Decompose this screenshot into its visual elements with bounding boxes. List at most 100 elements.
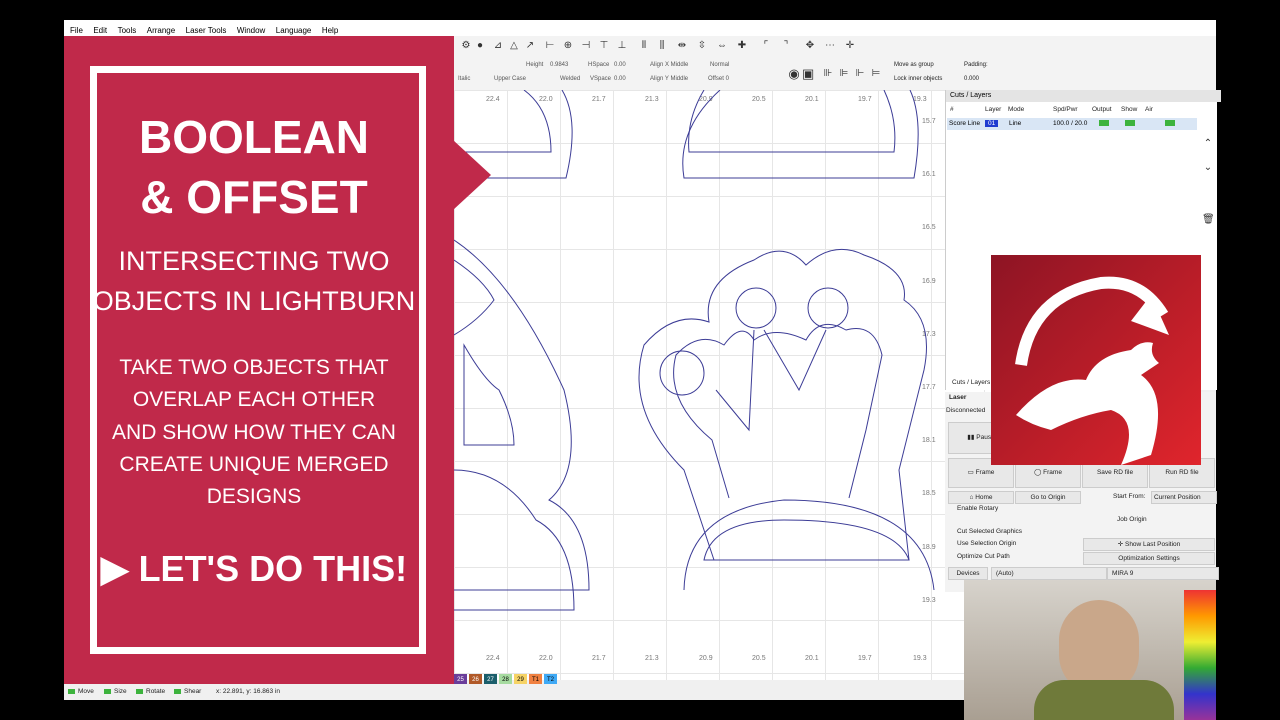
port-select[interactable]: (Auto) <box>991 567 1107 580</box>
menu-arrange[interactable]: Arrange <box>147 26 175 35</box>
design-shapes[interactable] <box>454 90 1008 680</box>
menu-tools[interactable]: Tools <box>118 26 137 35</box>
italic-toggle[interactable]: Italic <box>458 76 470 82</box>
mode-select[interactable]: Normal <box>710 62 729 68</box>
promo-subtitle-line1: INTERSECTING TWO <box>118 246 390 276</box>
go-to-origin-button[interactable]: Go to Origin <box>1015 491 1081 504</box>
node-icon[interactable]: ⊪ <box>822 68 834 80</box>
center-icon[interactable]: ✚ <box>736 40 748 52</box>
align-center-icon[interactable]: ⊕ <box>562 40 574 52</box>
presenter-shirt <box>1034 680 1174 720</box>
crosshair-icon[interactable]: ✛ <box>844 40 856 52</box>
crown-top-shape <box>688 90 896 153</box>
promo-body-line2: OVERLAP EACH OTHER <box>132 388 376 411</box>
hspace-value[interactable]: 0.00 <box>614 62 626 68</box>
lock-inner-objects[interactable]: Lock inner objects <box>894 76 942 82</box>
menu-file[interactable]: File <box>70 26 83 35</box>
design-canvas[interactable]: 22.4 22.0 21.7 21.3 20.9 20.5 20.1 19.7 … <box>454 90 1008 680</box>
cuts-layers-tab[interactable]: Cuts / Layers <box>952 379 990 386</box>
menu-laser-tools[interactable]: Laser Tools <box>186 26 227 35</box>
move-toggle-indicator[interactable] <box>68 689 75 694</box>
corner2-icon[interactable]: ⌝ <box>780 40 792 52</box>
enable-rotary-toggle[interactable]: Enable Rotary <box>957 505 998 512</box>
space-v-icon[interactable]: ⇳ <box>696 40 708 52</box>
promo-subtitle-line2: OBJECTS IN LIGHTBURN <box>92 286 416 316</box>
optimization-settings-button[interactable]: Optimization Settings <box>1083 552 1215 565</box>
corner-icon[interactable]: ⌜ <box>760 40 772 52</box>
vspace-label: VSpace <box>590 76 612 82</box>
dots-icon[interactable]: ⋯ <box>824 40 836 52</box>
rainbow-flag <box>1184 590 1216 720</box>
offset-value[interactable]: Offset 0 <box>708 76 729 82</box>
user-icon[interactable]: ● <box>474 40 486 52</box>
menu-window[interactable]: Window <box>237 26 265 35</box>
eye-icon[interactable]: ◉ <box>788 67 800 80</box>
play-triangle-icon: ▶ <box>100 548 139 589</box>
show-last-position-button[interactable]: ✛ Show Last Position <box>1083 538 1215 551</box>
menu-help[interactable]: Help <box>322 26 338 35</box>
crown-inner <box>673 323 883 499</box>
rotate-toggle-indicator[interactable] <box>136 689 143 694</box>
device-select[interactable]: MIRA 9 <box>1107 567 1219 580</box>
align-y[interactable]: Align Y Middle <box>650 76 688 82</box>
cut-selected-toggle[interactable]: Cut Selected Graphics <box>957 528 1022 535</box>
rotate-toggle[interactable]: Rotate <box>146 688 165 695</box>
upper-case-toggle[interactable]: Upper Case <box>494 76 526 82</box>
optimize-cut-path-toggle[interactable]: Optimize Cut Path <box>957 553 1010 560</box>
bishop-inner2 <box>454 469 575 611</box>
home-button[interactable]: ⌂ Home <box>948 491 1014 504</box>
camera-icon[interactable]: ▣ <box>802 67 814 80</box>
show-toggle[interactable] <box>1125 120 1135 126</box>
group-icon[interactable]: ⚙ <box>460 40 472 52</box>
shear-toggle-indicator[interactable] <box>174 689 181 694</box>
node4-icon[interactable]: ⊨ <box>870 68 882 80</box>
size-toggle-indicator[interactable] <box>104 689 111 694</box>
layer-mode[interactable]: Line <box>1009 120 1021 127</box>
node2-icon[interactable]: ⊫ <box>838 68 850 80</box>
rotate-icon[interactable]: ↗ <box>524 40 536 52</box>
align-x[interactable]: Align X Middle <box>650 62 688 68</box>
distribute-v-icon[interactable]: ⫼ <box>656 40 668 52</box>
use-selection-origin-toggle[interactable]: Use Selection Origin <box>957 540 1016 547</box>
menu-language[interactable]: Language <box>276 26 312 35</box>
align-left-icon[interactable]: ⊢ <box>544 40 556 52</box>
air-toggle[interactable] <box>1165 120 1175 126</box>
output-toggle[interactable] <box>1099 120 1109 126</box>
cuts-layer-row[interactable]: Score Line 01 Line 100.0 / 20.0 <box>947 118 1197 130</box>
start-from-label: Start From: <box>1113 493 1146 500</box>
move-icon[interactable]: ✥ <box>804 40 816 52</box>
distribute-h-icon[interactable]: ⫴ <box>638 40 650 52</box>
shear-toggle[interactable]: Shear <box>184 688 201 695</box>
layer-speed-power: 100.0 / 20.0 <box>1053 120 1088 127</box>
job-origin-label: Job Origin <box>1117 516 1147 523</box>
cuts-col-mode: Mode <box>1008 106 1025 113</box>
trash-icon[interactable]: 🗑 <box>1202 214 1215 226</box>
promo-body-line4: CREATE UNIQUE MERGED <box>119 453 389 476</box>
chevron-down-icon[interactable]: ⌄ <box>1202 162 1214 174</box>
welded-toggle[interactable]: Welded <box>560 76 580 82</box>
align-right-icon[interactable]: ⊣ <box>580 40 592 52</box>
node3-icon[interactable]: ⊩ <box>854 68 866 80</box>
devices-button[interactable]: Devices <box>948 567 988 580</box>
chevron-up-icon[interactable]: ⌃ <box>1202 138 1214 150</box>
webcam-overlay <box>964 580 1216 720</box>
flip-icon[interactable]: ⊿ <box>492 40 504 52</box>
promo-body-line5: DESIGNS <box>206 485 302 508</box>
padding-value[interactable]: 0.000 <box>964 76 979 82</box>
layer-name: Score Line <box>949 120 981 127</box>
resize-icon[interactable]: ⇔ <box>716 40 728 52</box>
bishop-inner <box>454 259 515 446</box>
height-label: Height <box>526 62 544 68</box>
space-h-icon[interactable]: ⇹ <box>676 40 688 52</box>
height-value[interactable]: 0.9843 <box>550 62 568 68</box>
layer-number[interactable]: 01 <box>985 120 999 127</box>
move-toggle[interactable]: Move <box>78 688 94 695</box>
mirror-icon[interactable]: △ <box>508 40 520 52</box>
vspace-value[interactable]: 0.00 <box>614 76 626 82</box>
menu-edit[interactable]: Edit <box>93 26 107 35</box>
move-as-group[interactable]: Move as group <box>894 62 934 68</box>
start-from-select[interactable]: Current Position <box>1151 491 1217 504</box>
align-top-icon[interactable]: ⊤ <box>598 40 610 52</box>
size-toggle[interactable]: Size <box>114 688 127 695</box>
align-bottom-icon[interactable]: ⊥ <box>616 40 628 52</box>
